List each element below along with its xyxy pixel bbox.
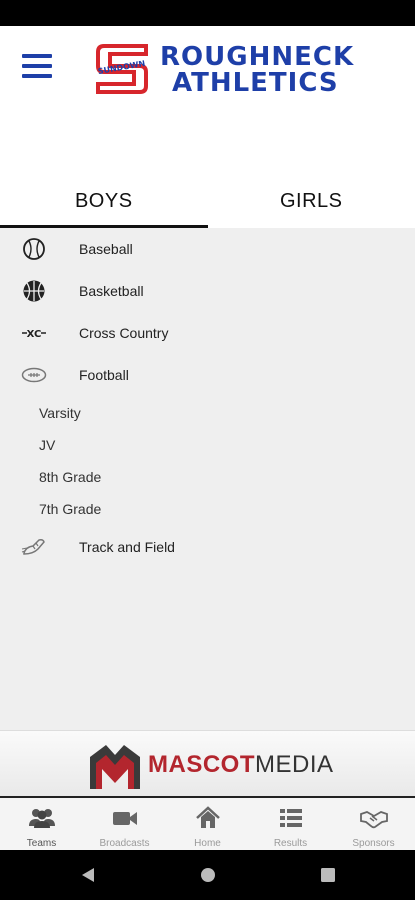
home-button-icon[interactable]: [200, 867, 216, 883]
football-icon: [20, 363, 48, 387]
home-icon: [195, 806, 220, 828]
nav-results[interactable]: Results: [249, 798, 332, 850]
tab-girls[interactable]: GIRLS: [208, 176, 415, 228]
nav-label: Results: [273, 838, 308, 849]
sport-label: Track and Field: [79, 539, 175, 555]
system-navigation-bar: [0, 850, 415, 900]
sport-item-cross-country[interactable]: XC Cross Country: [0, 312, 415, 354]
nav-teams[interactable]: Teams: [0, 798, 83, 850]
subitem-8th-grade[interactable]: 8th Grade: [0, 462, 415, 494]
cross-country-icon-text: XC: [27, 329, 42, 340]
recents-icon[interactable]: [320, 867, 336, 883]
tab-boys[interactable]: BOYS: [0, 176, 208, 228]
sport-label: Baseball: [79, 241, 133, 257]
app-title-line1: ROUGHNECK: [160, 42, 355, 72]
track-shoe-icon: [20, 535, 48, 559]
sponsor-name: MASCOTMEDIA: [148, 751, 334, 779]
sponsor-name-part1: MASCOT: [148, 751, 255, 778]
subitem-label: 7th Grade: [39, 501, 102, 517]
teams-icon: [28, 809, 55, 828]
handshake-icon: [359, 811, 388, 829]
nav-home[interactable]: Home: [166, 798, 249, 850]
nav-sponsors[interactable]: Sponsors: [332, 798, 415, 850]
video-camera-icon: [112, 812, 137, 825]
app-logo: SUNDOWN ROUGHNECK ATHLETICS: [94, 42, 374, 100]
status-bar: [0, 0, 415, 26]
back-icon[interactable]: [80, 867, 96, 883]
mascot-media-logo-icon: [90, 745, 140, 789]
basketball-icon: [20, 279, 48, 303]
sport-item-basketball[interactable]: Basketball: [0, 270, 415, 312]
subitem-label: 8th Grade: [39, 469, 102, 485]
subitem-label: Varsity: [39, 405, 81, 421]
subitem-varsity[interactable]: Varsity: [0, 398, 415, 430]
sport-label: Football: [79, 367, 129, 383]
app-title-line2: ATHLETICS: [172, 68, 339, 98]
sport-item-track-and-field[interactable]: Track and Field: [0, 526, 415, 568]
list-icon: [279, 809, 302, 827]
gender-tabs: BOYS GIRLS: [0, 176, 415, 228]
sponsor-banner[interactable]: MASCOTMEDIA: [0, 730, 415, 796]
subitem-label: JV: [39, 437, 56, 453]
nav-broadcasts[interactable]: Broadcasts: [83, 798, 166, 850]
app-title: ROUGHNECK ATHLETICS: [160, 44, 354, 96]
cross-country-icon: XC: [20, 321, 48, 345]
nav-label: Sponsors: [352, 838, 395, 849]
subitem-7th-grade[interactable]: 7th Grade: [0, 494, 415, 526]
baseball-icon: [20, 237, 48, 261]
sports-list: Baseball Basketball XC Cross Country Foo…: [0, 228, 415, 730]
sundown-s-logo-icon: SUNDOWN: [96, 44, 148, 94]
sport-item-football[interactable]: Football: [0, 354, 415, 396]
sponsor-name-part2: MEDIA: [255, 751, 334, 778]
subitem-jv[interactable]: JV: [0, 430, 415, 462]
sport-label: Basketball: [79, 283, 144, 299]
menu-icon[interactable]: [22, 54, 52, 78]
sport-item-baseball[interactable]: Baseball: [0, 228, 415, 270]
nav-label: Teams: [26, 838, 57, 849]
app-header: SUNDOWN ROUGHNECK ATHLETICS: [0, 26, 415, 176]
sport-label: Cross Country: [79, 325, 169, 341]
bottom-navigation: Teams Broadcasts Home Results Sponsors: [0, 796, 415, 850]
nav-label: Home: [194, 838, 221, 849]
nav-label: Broadcasts: [99, 838, 150, 849]
